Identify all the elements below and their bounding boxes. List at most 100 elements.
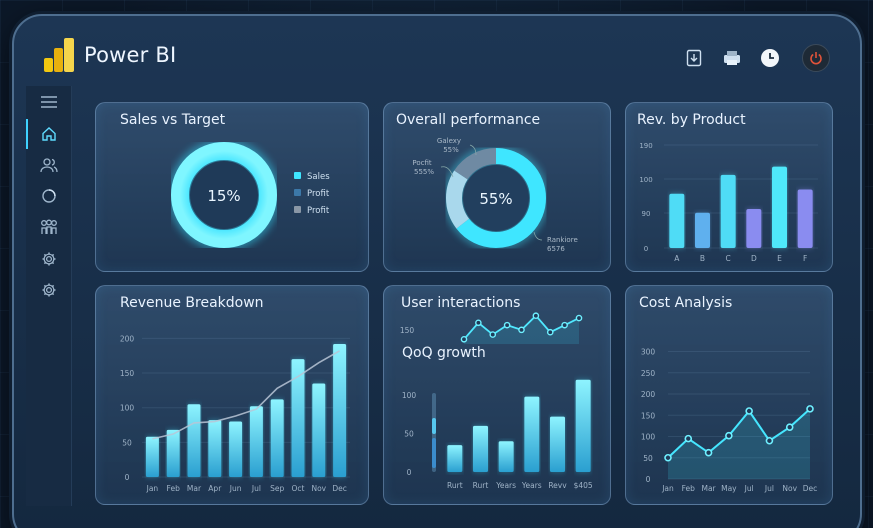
x-tick-label: Jul: [764, 484, 774, 493]
clock-icon[interactable]: [760, 48, 780, 68]
y-tick-label: 0: [407, 468, 412, 477]
header-actions: [684, 44, 830, 72]
x-tick-label: Apr: [208, 484, 222, 493]
x-tick-label: Jul: [251, 484, 261, 493]
bar: [746, 208, 762, 248]
bar: [797, 189, 813, 248]
legend-label: Profit: [307, 189, 330, 199]
x-tick-label: Jan: [661, 484, 674, 493]
sidebar-item-home[interactable]: [26, 119, 72, 149]
donut-center-label: 15%: [207, 187, 240, 205]
scroll-segment: [432, 438, 436, 468]
power-icon[interactable]: [802, 44, 830, 72]
donut-label: Galexy: [437, 137, 461, 145]
x-tick-label: Feb: [682, 484, 696, 493]
line-point: [503, 321, 511, 329]
legend-label: Sales: [307, 172, 330, 182]
cost-analysis-chart: 0 50 100 150 200 250 300 Jan Feb Mar May Jul Jul Nov D…: [641, 348, 818, 494]
line-point: [489, 331, 497, 338]
y-tick-label: 250: [641, 369, 656, 378]
menu-icon[interactable]: [26, 90, 72, 114]
line-point: [518, 326, 525, 334]
line-point: [561, 321, 568, 329]
x-tick-label: $405: [574, 481, 593, 490]
y-tick-label: 0: [644, 245, 648, 253]
line-point: [460, 335, 468, 343]
x-tick-label: B: [700, 254, 705, 263]
home-icon: [42, 127, 56, 141]
line-point: [725, 431, 733, 440]
sidebar-item-circle[interactable]: [26, 184, 72, 208]
x-tick-label: D: [751, 254, 757, 263]
power-bi-logo-icon: [44, 38, 74, 72]
sidebar-item-org[interactable]: [26, 215, 72, 239]
users-icon: [40, 158, 58, 173]
x-tick-label: Mar: [187, 484, 202, 493]
trend-line: [152, 350, 340, 440]
rev-by-product-card[interactable]: Rev. by Product 190 100 90 0 A B C D E F: [625, 102, 833, 272]
y-tick-label: 300: [641, 348, 656, 357]
printer-icon[interactable]: [722, 48, 742, 68]
bar: [187, 404, 201, 477]
x-tick-label: Oct: [292, 484, 305, 493]
x-tick-label: Nov: [782, 484, 797, 493]
x-tick-label: Sep: [270, 484, 284, 493]
bar: [312, 383, 326, 477]
sales-donut-chart: 15% Sales Profit Profit: [168, 139, 330, 251]
x-tick-label: Jan: [146, 484, 159, 493]
sales-vs-target-card[interactable]: Sales vs Target 15% Sales Profit Profit: [95, 102, 369, 272]
bar: [145, 436, 159, 477]
y-tick-label: 100: [641, 433, 656, 442]
legend-label: Profit: [307, 206, 330, 216]
bar: [575, 379, 591, 472]
line-point: [532, 312, 540, 320]
x-tick-label: Jul: [744, 484, 754, 493]
bar: [524, 396, 540, 472]
y-tick-label: 200: [641, 390, 656, 399]
x-tick-label: Feb: [167, 484, 181, 493]
bar: [447, 445, 463, 472]
line-point: [806, 405, 814, 413]
bar: [669, 193, 685, 248]
bar: [498, 441, 514, 472]
donut-label: Rankiore: [547, 236, 578, 244]
x-tick-label: A: [674, 254, 680, 263]
y-tick-label: 90: [642, 210, 651, 218]
user-interactions-card[interactable]: User interactions QoQ growth 150 0 50 100 Ru…: [383, 285, 611, 505]
org-icon: [41, 219, 57, 234]
line-point: [684, 434, 693, 443]
x-tick-label: Dec: [803, 484, 818, 493]
legend-swatch: [294, 172, 301, 179]
sidebar-item-users[interactable]: [26, 153, 72, 177]
x-tick-label: Dec: [332, 484, 347, 493]
y-tick-label: 100: [402, 391, 417, 400]
bar: [229, 421, 243, 477]
bar: [720, 174, 736, 248]
donut-label: 55%: [443, 146, 459, 154]
app-title: Power BI: [84, 43, 177, 67]
line-point: [546, 328, 554, 336]
cost-analysis-card[interactable]: Cost Analysis 0 50 100 150 200 250 300 Jan Feb Ma…: [625, 285, 833, 505]
y-tick-label: 100: [639, 176, 652, 184]
sidebar-item-settings[interactable]: [26, 247, 72, 271]
line-point: [704, 448, 713, 457]
line-point: [575, 314, 583, 322]
rev-by-product-chart: 190 100 90 0 A B C D E F: [639, 142, 818, 263]
revenue-breakdown-card[interactable]: Revenue Breakdown 0 50 100 150 200 Jan Feb Mar A…: [95, 285, 369, 505]
revenue-breakdown-chart: 0 50 100 150 200 Jan Feb Mar Apr Jun Jul Sep Oct Nov D…: [120, 334, 350, 493]
x-tick-label: E: [777, 254, 782, 263]
bar: [550, 416, 565, 472]
x-tick-label: F: [803, 254, 807, 263]
overall-performance-card[interactable]: Overall performance 55% Galexy 55% Pocfi…: [383, 102, 611, 272]
bar: [333, 343, 347, 477]
top-bar: Power BI: [14, 16, 860, 84]
x-tick-label: Mar: [701, 484, 716, 493]
x-tick-label: Rurt: [447, 481, 463, 490]
y-tick-label: 0: [125, 473, 130, 482]
x-tick-label: Years: [495, 481, 516, 490]
sidebar-item-settings-2[interactable]: [26, 278, 72, 302]
upload-icon[interactable]: [684, 48, 704, 68]
x-tick-label: C: [726, 254, 731, 263]
line-point: [664, 453, 672, 462]
x-tick-label: Revv: [548, 481, 567, 490]
